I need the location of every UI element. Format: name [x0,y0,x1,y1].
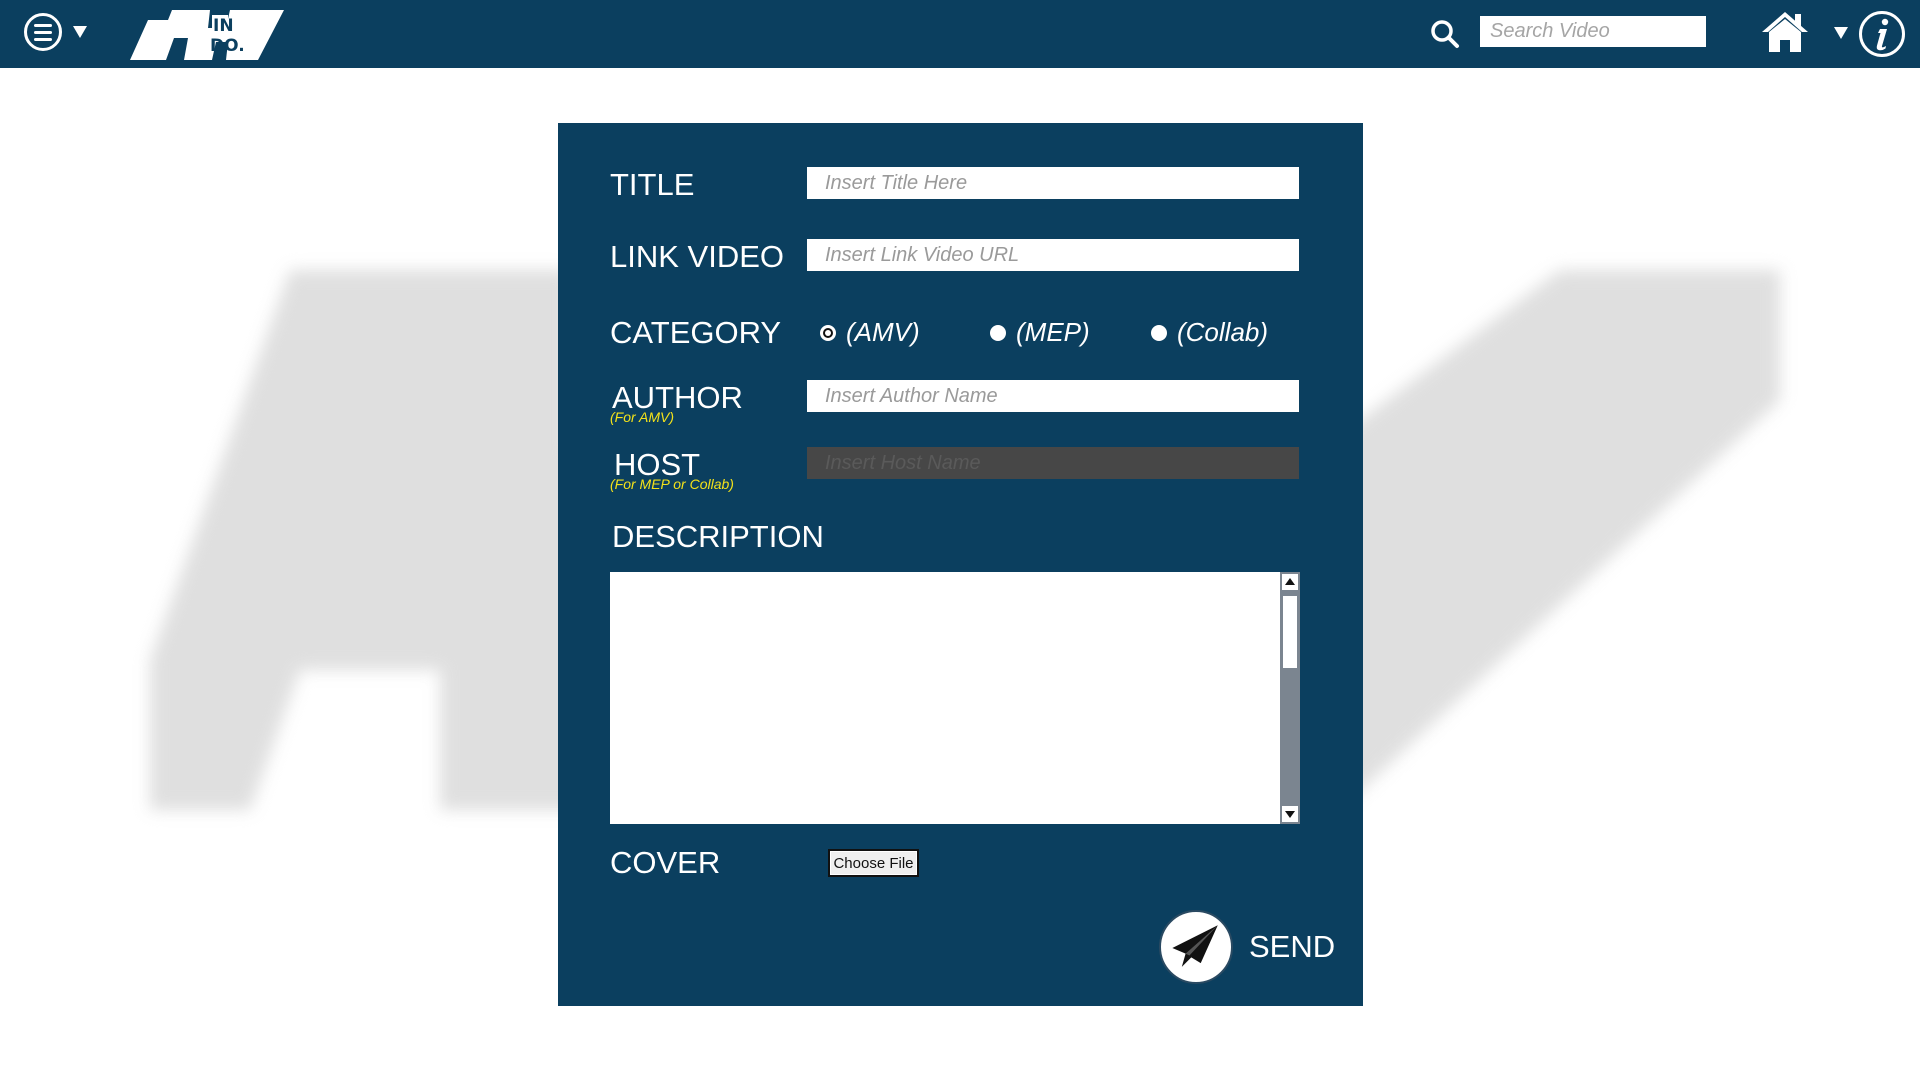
host-input[interactable] [807,447,1299,479]
top-nav-bar: IN DO. [0,0,1920,68]
author-note: (For AMV) [610,409,675,425]
scroll-up-arrow-icon[interactable] [1282,574,1298,590]
link-video-label: LINK VIDEO [610,239,784,274]
menu-icon[interactable] [24,13,62,51]
radio-unselected-icon[interactable] [1151,324,1167,341]
title-label: TITLE [610,167,695,202]
category-radio-mep[interactable]: (MEP) [990,317,1090,348]
category-option-label: (MEP) [1016,317,1090,347]
description-textarea-box [610,572,1300,824]
description-label: DESCRIPTION [612,519,824,554]
paper-plane-icon [1172,925,1218,967]
home-icon[interactable] [1760,10,1810,54]
scroll-down-arrow-icon[interactable] [1282,806,1298,822]
link-video-input[interactable] [807,239,1299,271]
description-textarea[interactable] [610,572,1280,824]
search-input[interactable] [1480,16,1706,47]
radio-unselected-icon[interactable] [990,324,1006,341]
host-note: (For MEP or Collab) [610,476,734,492]
cover-label: COVER [610,845,721,880]
info-icon[interactable] [1858,10,1906,58]
category-radio-collab[interactable]: (Collab) [1151,317,1268,348]
svg-text:DO.: DO. [210,36,245,54]
scroll-thumb[interactable] [1283,596,1297,668]
radio-selected-icon[interactable] [820,324,836,341]
home-dropdown-caret-icon[interactable] [1834,27,1848,39]
author-input[interactable] [807,380,1299,412]
title-input[interactable] [807,167,1299,199]
logo[interactable] [130,8,284,60]
description-scrollbar[interactable] [1280,572,1300,824]
menu-dropdown-caret-icon[interactable] [73,26,87,38]
send-label[interactable]: SEND [1249,929,1335,965]
logo-text: IN DO. [210,16,245,54]
category-option-label: (AMV) [846,317,920,347]
upload-form-panel: TITLE LINK VIDEO CATEGORY (AMV) (MEP) (C… [558,123,1363,1006]
svg-text:IN: IN [213,16,234,36]
category-option-label: (Collab) [1177,317,1269,347]
choose-file-button[interactable]: Choose File [828,849,919,877]
search-icon[interactable] [1430,19,1460,49]
category-label: CATEGORY [610,315,782,350]
category-radio-amv[interactable]: (AMV) [820,317,920,348]
send-button[interactable] [1159,910,1233,984]
